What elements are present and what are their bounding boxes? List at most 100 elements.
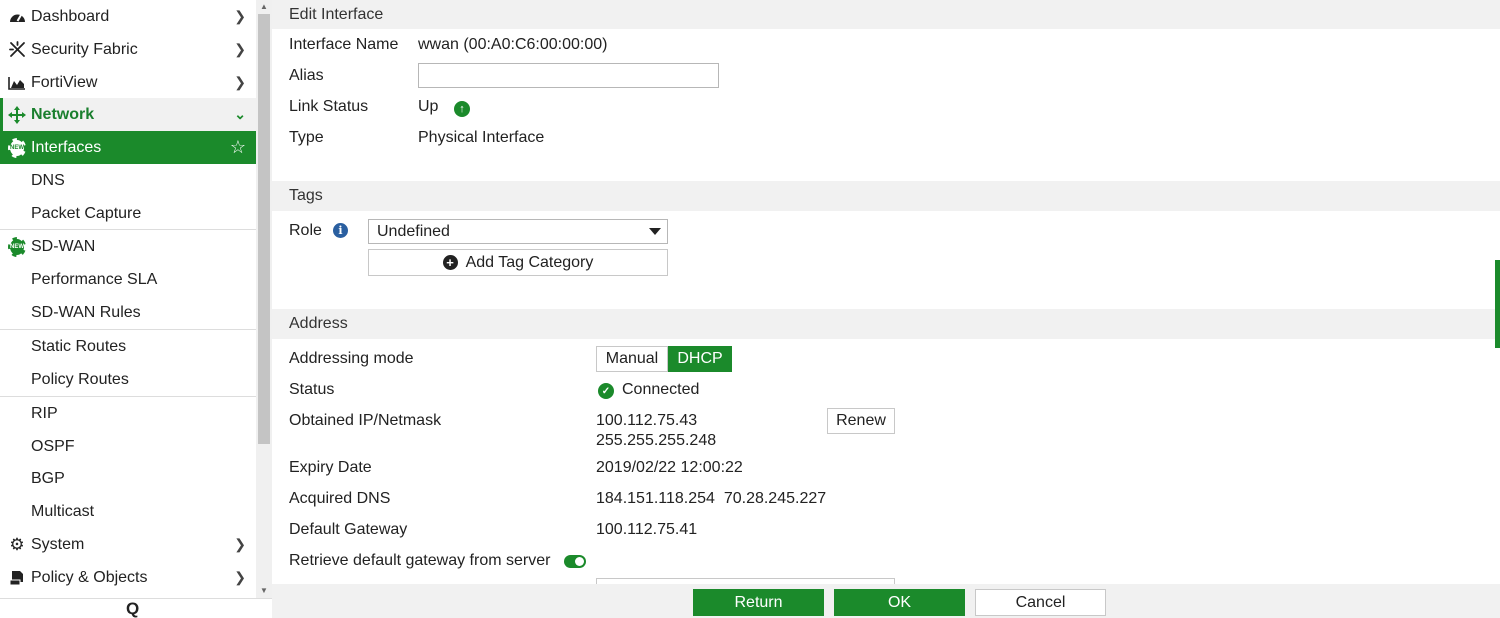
info-icon[interactable]: i [333,223,348,238]
help-tab[interactable] [1495,260,1500,348]
sidebar-item-label: Interfaces [31,138,102,156]
chevron-right-icon: ❯ [234,41,246,57]
sidebar-item-label: DNS [31,171,65,189]
chevron-right-icon: ❯ [234,536,246,552]
type-label: Type [289,129,324,146]
dropdown-caret-icon [649,228,661,235]
ok-button[interactable]: OK [834,589,965,616]
type-value: Physical Interface [418,129,545,146]
edit-interface-panel: Edit Interface Interface Name wwan (00:A… [272,0,1500,618]
retrieve-gateway-toggle[interactable] [564,555,586,568]
dashboard-icon [8,8,26,26]
arrow-up-icon: ↑ [454,101,470,117]
chevron-down-icon: ⌄ [234,106,246,122]
sidebar-item-label: Performance SLA [31,270,158,288]
sidebar-item-interfaces[interactable]: NEW Interfaces ☆ [0,131,256,164]
sidebar-item-static-routes[interactable]: Static Routes [0,330,256,363]
sidebar-item-bgp[interactable]: BGP [0,462,256,495]
sidebar-item-policy-routes[interactable]: Policy Routes [0,363,256,396]
sidebar-item-ospf[interactable]: OSPF [0,430,256,463]
default-gateway-label: Default Gateway [289,521,408,538]
new-badge-icon: NEW [8,236,26,257]
status-value: Connected [622,381,700,398]
retrieve-gateway-label: Retrieve default gateway from server [289,552,551,569]
sidebar-item-label: BGP [31,469,65,487]
sidebar-item-network[interactable]: Network ⌄ [0,98,256,131]
sidebar-item-label: Dashboard [31,7,110,25]
chevron-right-icon: ❯ [234,8,246,24]
sidebar-item-rip[interactable]: RIP [0,397,256,430]
sidebar-item-label: SD-WAN [31,237,96,255]
acquired-dns-label: Acquired DNS [289,490,391,507]
sidebar-item-label: Policy Routes [31,370,129,388]
mode-manual-button[interactable]: Manual [596,346,668,372]
role-select[interactable]: Undefined [368,219,668,244]
sidebar-item-label: SD-WAN Rules [31,303,141,321]
sidebar-item-label: RIP [31,404,58,422]
sidebar-item-policy-objects[interactable]: Policy & Objects ❯ [0,561,256,594]
cancel-button[interactable]: Cancel [975,589,1106,616]
sidebar-item-label: Security Fabric [31,40,138,58]
sidebar-item-system[interactable]: ⚙ System ❯ [0,528,256,561]
section-header-edit-interface: Edit Interface [272,0,1500,29]
network-icon [8,105,26,124]
sidebar-item-security-fabric[interactable]: Security Fabric ❯ [0,33,256,66]
link-status-value: Up [418,98,439,115]
return-button[interactable]: Return [693,589,824,616]
check-circle-icon: ✓ [598,383,614,399]
scrollbar-thumb[interactable] [258,14,270,444]
role-select-value: Undefined [377,222,450,240]
sidebar-item-label: Network [31,105,95,123]
sidebar-item-multicast[interactable]: Multicast [0,495,256,528]
mode-dhcp-button[interactable]: DHCP [668,346,732,372]
link-status-label: Link Status [289,98,369,115]
sidebar-item-label: Packet Capture [31,204,142,222]
search-icon[interactable]: Q [126,599,139,618]
sidebar-scrollbar[interactable]: ▲ ▼ [256,0,272,600]
default-gateway-value: 100.112.75.41 [596,521,698,538]
scroll-up-icon[interactable]: ▲ [260,2,268,11]
scroll-down-icon[interactable]: ▼ [260,586,268,595]
sidebar-item-dns[interactable]: DNS [0,164,256,197]
new-badge-icon: NEW [8,137,26,158]
sidebar-item-label: Multicast [31,502,95,520]
plus-circle-icon: + [442,255,458,270]
sidebar-item-sd-wan-rules[interactable]: SD-WAN Rules [0,296,256,329]
obtained-ip-value: 100.112.75.43 [596,412,698,429]
security-fabric-icon [8,41,26,59]
sidebar-item-sd-wan[interactable]: NEW SD-WAN [0,230,256,263]
alias-label: Alias [289,67,324,84]
expiry-date-label: Expiry Date [289,459,372,476]
sidebar-item-label: Static Routes [31,337,127,355]
status-label: Status [289,381,335,398]
expiry-date-value: 2019/02/22 12:00:22 [596,459,743,476]
sidebar: Dashboard ❯ Security Fabric ❯ FortiView … [0,0,256,600]
acquired-dns-value: 184.151.118.254 70.28.245.227 [596,490,827,507]
role-label: Role [289,222,322,239]
section-header-tags: Tags [272,181,1500,211]
sidebar-item-packet-capture[interactable]: Packet Capture [0,197,256,230]
interface-name-label: Interface Name [289,36,399,53]
sidebar-item-label: Policy & Objects [31,568,148,586]
fortiview-icon [8,74,26,92]
chevron-right-icon: ❯ [234,569,246,585]
renew-button[interactable]: Renew [827,408,895,434]
sidebar-item-performance-sla[interactable]: Performance SLA [0,263,256,296]
sidebar-item-label: FortiView [31,73,98,91]
sidebar-item-fortiview[interactable]: FortiView ❯ [0,66,256,99]
sidebar-item-label: System [31,535,85,553]
gear-icon: ⚙ [9,534,25,554]
obtained-ip-label: Obtained IP/Netmask [289,412,442,429]
sidebar-footer: Q [0,598,272,618]
star-icon[interactable]: ☆ [230,137,246,158]
alias-input[interactable] [418,63,719,88]
sidebar-item-label: OSPF [31,437,75,455]
sidebar-item-dashboard[interactable]: Dashboard ❯ [0,0,256,33]
policy-icon [8,569,26,587]
interface-name-value: wwan (00:A0:C6:00:00:00) [418,36,608,53]
chevron-right-icon: ❯ [234,74,246,90]
addressing-mode-label: Addressing mode [289,350,414,367]
add-tag-category-label: Add Tag Category [465,253,594,271]
add-tag-category-button[interactable]: + Add Tag Category [368,249,668,276]
netmask-value: 255.255.255.248 [596,432,717,449]
